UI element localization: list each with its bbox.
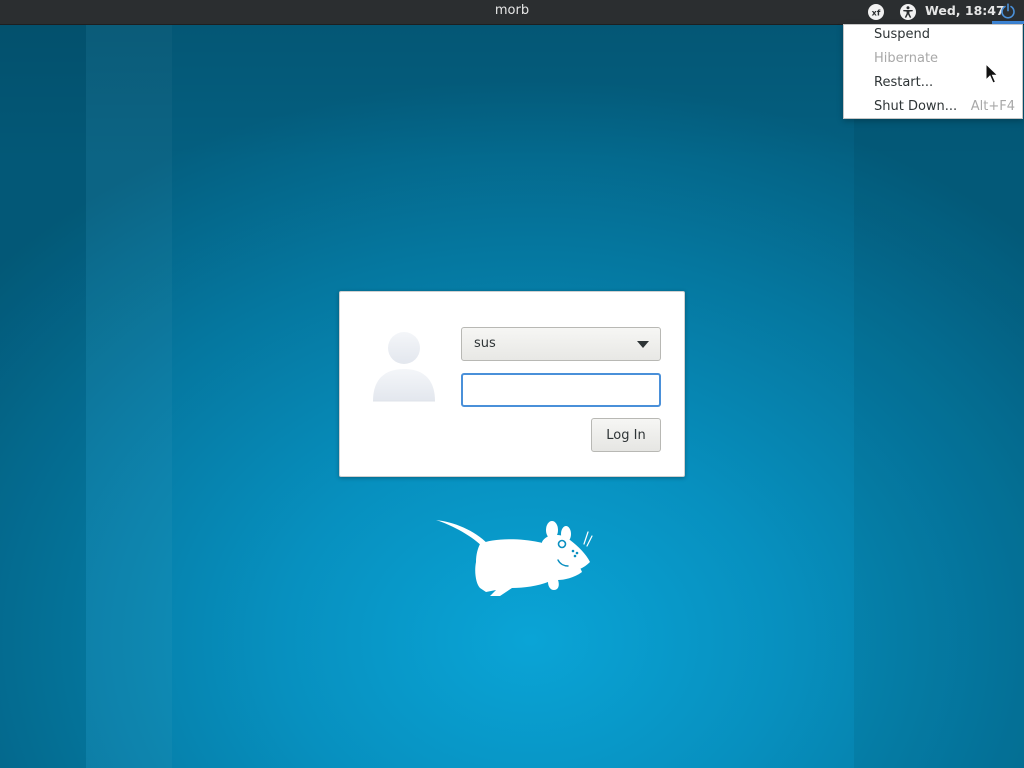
accessibility-icon[interactable] [899, 3, 917, 21]
keyboard-layout-label: xf [872, 8, 881, 17]
mouse-cursor-icon [985, 62, 999, 85]
menu-item-accelerator: Alt+F4 [970, 99, 1015, 114]
password-field[interactable] [461, 373, 661, 407]
power-menu-button[interactable] [992, 0, 1024, 24]
background-stripe [0, 0, 86, 768]
selected-user: sus [474, 336, 496, 351]
power-icon [1001, 3, 1015, 19]
top-panel: morb xf Wed, 18:47 [0, 0, 1024, 25]
login-button[interactable]: Log In [591, 418, 661, 452]
login-dialog: sus Log In [339, 291, 685, 477]
menu-item-label: Restart... [874, 75, 934, 90]
menu-item-label: Suspend [874, 27, 931, 42]
chevron-down-icon [637, 341, 649, 348]
keyboard-layout-icon[interactable]: xf [867, 3, 885, 21]
user-select-dropdown[interactable]: sus [461, 327, 661, 361]
user-avatar-icon [371, 329, 437, 405]
xfce-mouse-logo [434, 514, 594, 600]
menu-item-suspend[interactable]: Suspend [844, 25, 1022, 49]
login-screen: morb xf Wed, 18:47 Suspend Hibernate Res… [0, 0, 1024, 768]
menu-item-label: Shut Down... [874, 99, 958, 114]
menu-item-shutdown[interactable]: Shut Down... Alt+F4 [844, 97, 1022, 121]
background-stripe [86, 0, 172, 768]
menu-item-label: Hibernate [874, 51, 939, 66]
